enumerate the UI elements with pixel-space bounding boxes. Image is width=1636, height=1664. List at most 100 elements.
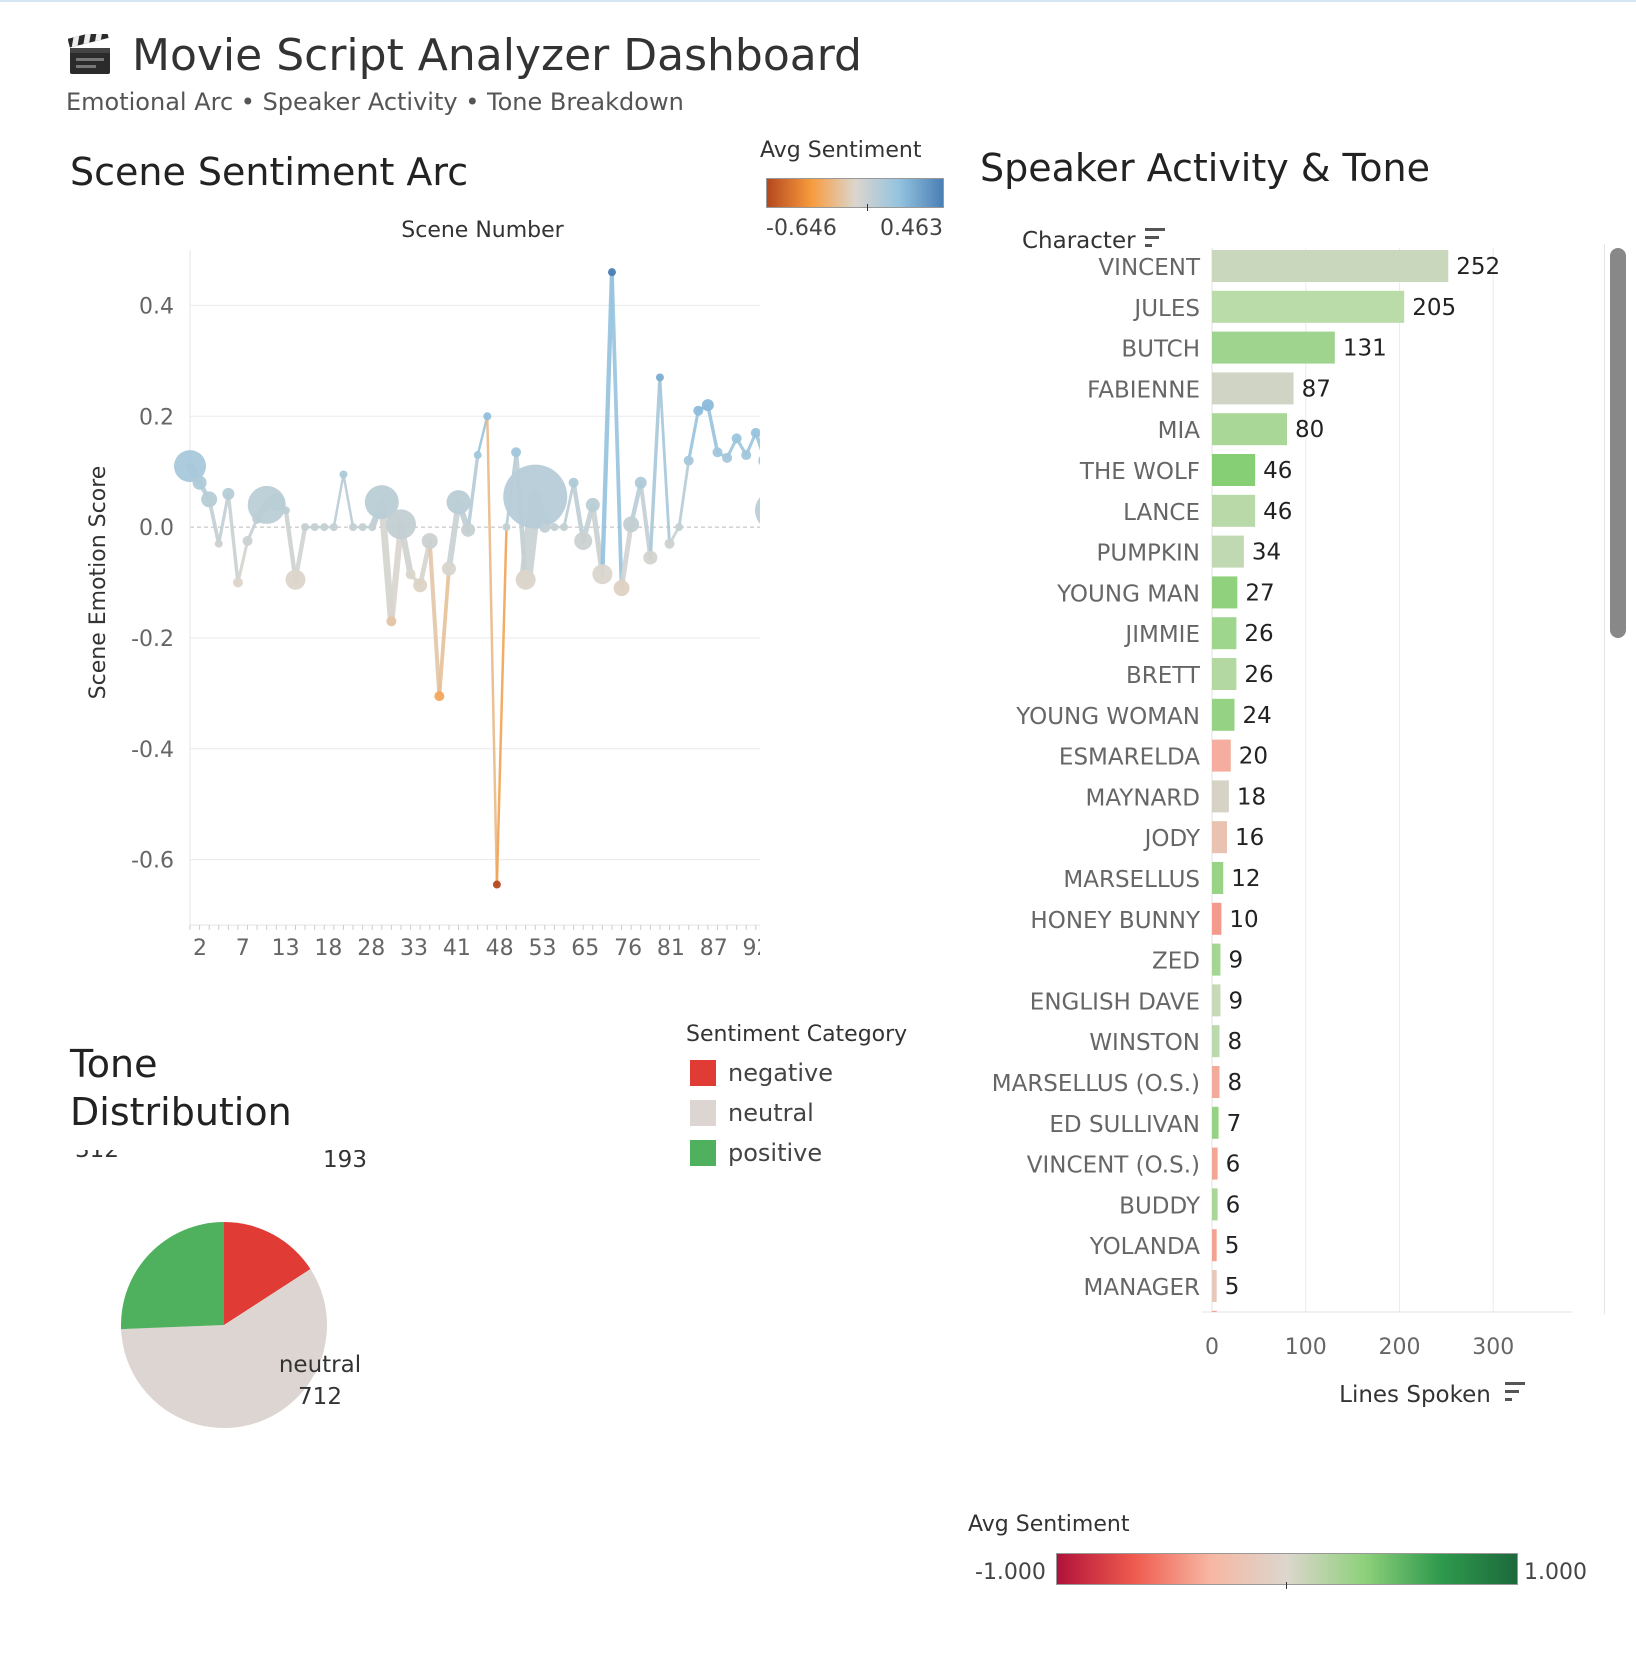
character-label: YOUNG WOMAN [1015,704,1200,730]
arc-data-point [441,561,456,576]
legend-item-neutral[interactable]: neutral [690,1098,814,1128]
arc-data-point [214,539,223,548]
legend-item-positive[interactable]: positive [690,1138,822,1168]
character-label: MAYNARD [1086,785,1200,811]
pie-label-neutral: neutral [279,1352,361,1378]
arc-panel-title: Scene Sentiment Arc [70,150,469,194]
arc-data-point [550,523,559,532]
sort-icon [1145,228,1165,247]
speaker-bar [1212,943,1221,976]
speaker-bar [1212,331,1335,364]
sort-icon [1505,1382,1525,1401]
bar-x-tick-label: 0 [1205,1335,1219,1360]
arc-x-tick-label: 7 [236,936,250,961]
character-label: MARSELLUS [1063,867,1200,893]
arc-x-tick-label: 18 [314,936,342,961]
arc-line-segment [706,403,720,454]
arc-legend-zero-marker [867,204,868,211]
arc-y-tick-label: -0.2 [131,627,174,652]
arc-data-point [592,564,613,585]
scroll-track [1604,244,1605,1314]
speaker-panel-title: Speaker Activity & Tone [980,146,1431,190]
arc-x-tick-label: 81 [657,936,685,961]
speaker-bar-value: 8 [1228,1029,1243,1055]
arc-data-point [421,532,438,549]
character-label: ED SULLIVAN [1049,1112,1200,1138]
speaker-bar [1212,250,1449,282]
speaker-bar [1212,1229,1217,1262]
speaker-bar-value: 20 [1239,744,1268,770]
arc-data-point [731,433,742,444]
arc-data-point [613,580,630,597]
speaker-bar-value: 12 [1231,866,1260,892]
arc-data-point [405,569,416,580]
scene-sentiment-arc-chart: 0.4 0.2 0.0 -0.2 -0.4 -0.6 Scene Number Scene E… [86,220,760,961]
character-label: JODY (O.S.) [1071,1316,1200,1342]
character-label: VINCENT (O.S.) [1027,1153,1200,1179]
speaker-bar [1212,290,1405,323]
arc-line-segment [236,539,250,585]
arc-x-tick-label: 2 [193,936,207,961]
speaker-bar-value: 87 [1302,376,1331,402]
arc-data-point [693,405,704,416]
arc-line-segment [427,538,442,699]
arc-data-point [701,399,714,412]
arc-data-point [664,538,675,549]
arc-line-segment [226,492,240,585]
bar-x-tick-label: 300 [1472,1335,1514,1360]
tone-legend: negative neutral positive [690,1058,910,1178]
arc-x-tick-label: 41 [443,936,471,961]
speaker-bar-value: 18 [1237,784,1266,810]
character-label: ESMARELDA [1059,745,1200,771]
character-label: RAQUEL [1107,1357,1200,1383]
arc-data-point [385,509,416,540]
character-label: MARSELLUS (O.S.) [992,1071,1200,1097]
arc-data-point [643,550,658,565]
character-label: JODY [1143,826,1201,852]
arc-data-point [683,455,694,466]
speaker-bar [1212,1025,1220,1058]
tone-distribution-pie-chart: negative193neutral712positive312 [75,1150,367,1428]
speaker-bar-value: 5 [1225,1315,1240,1341]
pie-value-neutral: 712 [298,1384,342,1410]
legend-label-positive: positive [728,1139,823,1167]
speaker-bar [1212,1106,1219,1139]
speaker-bar [1212,1066,1220,1098]
arc-data-point [560,523,569,532]
arc-data-point [741,450,752,461]
legend-item-negative[interactable]: negative [690,1058,833,1088]
arc-line-segment [217,492,230,546]
arc-data-point [655,373,664,382]
speaker-sentiment-gradient-legend [1056,1553,1518,1585]
arc-legend-max: 0.463 [880,216,943,241]
arc-data-point [722,452,733,463]
arc-data-point [758,456,760,466]
arc-legend-min: -0.646 [766,216,837,241]
arc-x-tick-label: 28 [357,936,385,961]
arc-data-point [461,522,476,537]
speaker-bar-value: 5 [1225,1274,1240,1300]
arc-data-point [540,523,549,532]
speaker-bar-value: 27 [1245,580,1274,606]
arc-data-point [413,578,428,593]
character-label: LIVING ROOM [1044,1397,1201,1423]
pie-slice-positive [120,1222,224,1330]
character-label: LANCE [1123,500,1200,526]
speaker-bar-value: 10 [1229,907,1258,933]
arc-line-segment [610,270,624,590]
speaker-legend-max: 1.000 [1524,1560,1587,1585]
arc-line-segment [687,409,700,463]
arc-line-segment [619,521,634,591]
arc-x-tick-label: 33 [400,936,428,961]
arc-y-tick-label: -0.4 [131,738,174,763]
speaker-bar-value: 16 [1235,825,1264,851]
speaker-bar-value: 4 [1224,1356,1239,1382]
arc-x-tick-label: 76 [614,936,642,961]
speaker-bar [1212,902,1222,935]
dashboard-title: Movie Script Analyzer Dashboard [132,30,862,81]
arc-x-tick-label: 13 [272,936,300,961]
character-label: WINSTON [1089,1030,1200,1056]
arc-data-point [483,412,492,421]
speaker-bar-value: 6 [1226,1152,1241,1178]
arc-data-point [446,490,471,515]
